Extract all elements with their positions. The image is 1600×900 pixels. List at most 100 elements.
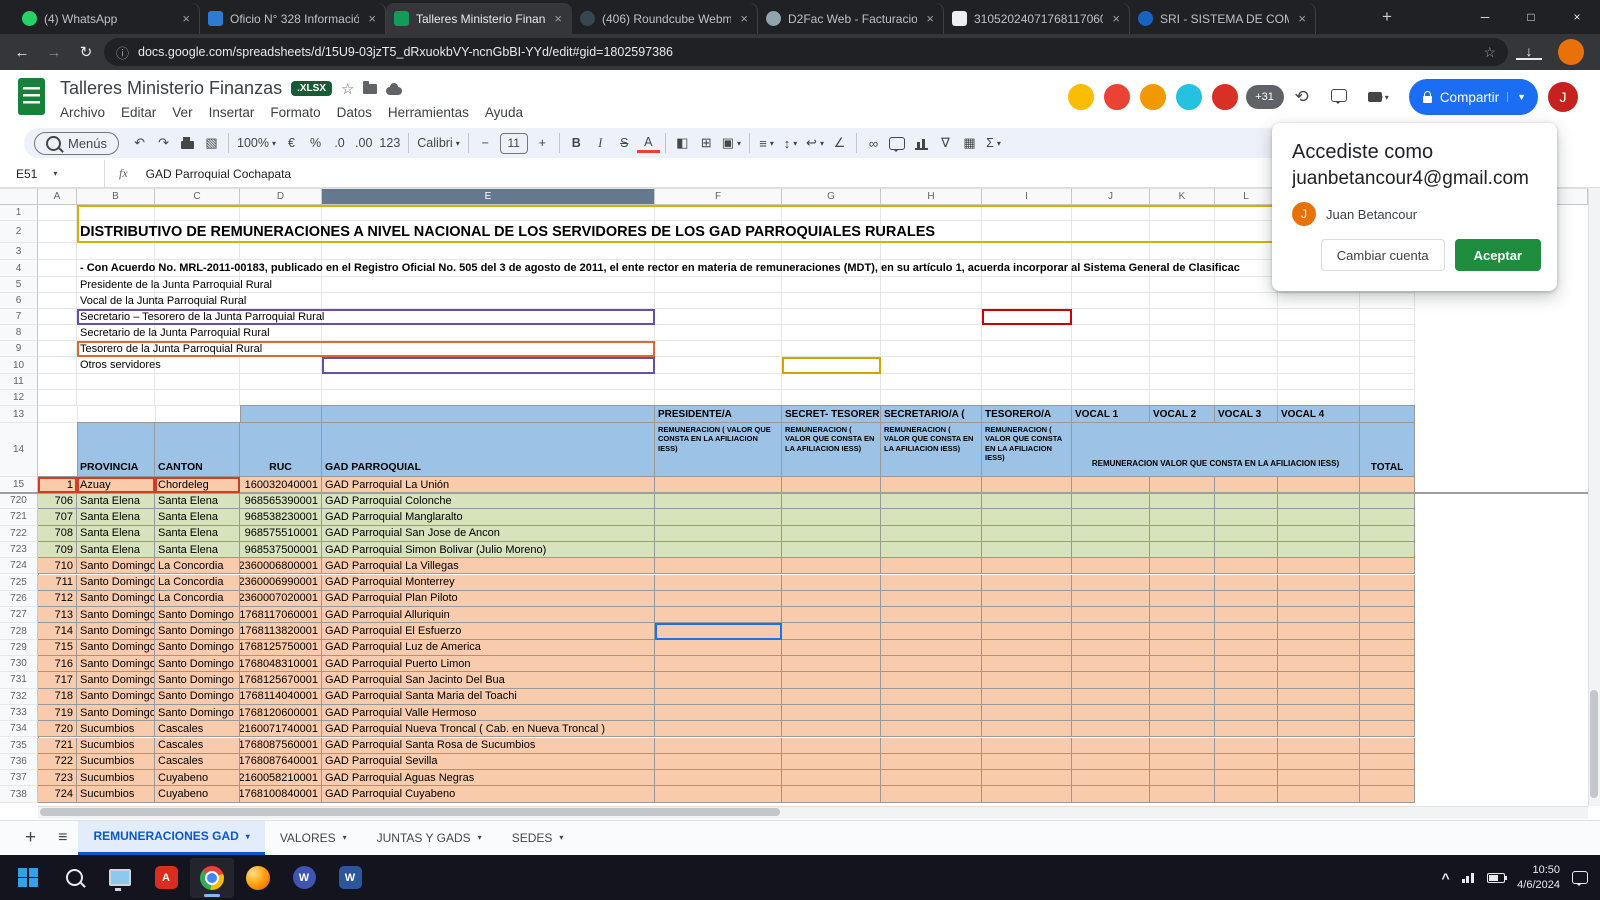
cell-C735[interactable]: Cascales <box>155 738 240 754</box>
row-header-720[interactable]: 720 <box>0 493 38 509</box>
cell-E735[interactable]: GAD Parroquial Santa Rosa de Sucumbios <box>322 738 655 754</box>
sheet-tab-valores[interactable]: VALORES▾ <box>265 821 362 855</box>
row-header-14[interactable]: 14 <box>0 423 38 477</box>
cell-E722[interactable]: GAD Parroquial San Jose de Ancon <box>322 526 655 542</box>
row-header-721[interactable]: 721 <box>0 509 38 525</box>
cell-I732[interactable] <box>982 689 1072 705</box>
header14-G[interactable]: REMUNERACION ( VALOR QUE CONSTA EN LA AF… <box>782 423 881 477</box>
cell-A725[interactable]: 711 <box>38 575 77 591</box>
sheet-tab-caret-icon[interactable]: ▾ <box>343 833 347 842</box>
cell-D723[interactable]: 968537500001 <box>240 542 322 558</box>
cell-title-B2[interactable]: DISTRIBUTIVO DE REMUNERACIONES A NIVEL N… <box>80 224 935 240</box>
cell-I730[interactable] <box>982 656 1072 672</box>
cell-C733[interactable]: Santo Domingo <box>155 705 240 721</box>
header14-I[interactable]: REMUNERACION ( VALOR QUE CONSTA EN LA AF… <box>982 423 1072 477</box>
cell-C738[interactable]: Cuyabeno <box>155 786 240 802</box>
row-header-4[interactable]: 4 <box>0 260 38 277</box>
cell-J725[interactable] <box>1072 575 1150 591</box>
cell-F730[interactable] <box>655 656 782 672</box>
row-header-728[interactable]: 728 <box>0 623 38 639</box>
row-header-12[interactable]: 12 <box>0 390 38 406</box>
cell-B726[interactable]: Santo Domingo de los Tsáchilas <box>77 591 155 607</box>
cell-M738[interactable] <box>1278 786 1360 802</box>
cell-C727[interactable]: Santo Domingo <box>155 607 240 623</box>
cell-J736[interactable] <box>1072 754 1150 770</box>
cell-D726[interactable]: 2360007020001 <box>240 591 322 607</box>
cell-N720[interactable] <box>1360 493 1415 509</box>
cell-A737[interactable]: 723 <box>38 770 77 786</box>
cell-A732[interactable]: 718 <box>38 689 77 705</box>
account-avatar[interactable]: J <box>1548 82 1578 112</box>
cell-D722[interactable]: 968575510001 <box>240 526 322 542</box>
vertical-align-icon[interactable]: ↕▾ <box>779 131 802 155</box>
column-header-L[interactable]: L <box>1215 188 1278 205</box>
header13-H[interactable]: SECRETARIO/A ( <box>881 406 982 423</box>
cell-H724[interactable] <box>881 558 982 574</box>
cell-K738[interactable] <box>1150 786 1215 802</box>
cell-M720[interactable] <box>1278 493 1360 509</box>
sheet-tab-caret-icon[interactable]: ▾ <box>559 833 563 842</box>
cell-G735[interactable] <box>782 738 881 754</box>
cell-I721[interactable] <box>982 509 1072 525</box>
cell-I728[interactable] <box>982 623 1072 639</box>
sheet-tab-juntas-y-gads[interactable]: JUNTAS Y GADS▾ <box>362 821 497 855</box>
row-header-732[interactable]: 732 <box>0 689 38 705</box>
cell-L731[interactable] <box>1215 672 1278 688</box>
cell-H734[interactable] <box>881 721 982 737</box>
cell-F735[interactable] <box>655 738 782 754</box>
cell-E730[interactable]: GAD Parroquial Puerto Limon <box>322 656 655 672</box>
row-header-723[interactable]: 723 <box>0 542 38 558</box>
cell-H727[interactable] <box>881 607 982 623</box>
comments-icon[interactable] <box>1331 87 1347 107</box>
close-icon[interactable]: × <box>1554 0 1600 34</box>
cell-A733[interactable]: 719 <box>38 705 77 721</box>
cell-L735[interactable] <box>1215 738 1278 754</box>
font-select[interactable]: Calibri▾ <box>414 131 462 155</box>
cell-I735[interactable] <box>982 738 1072 754</box>
header13-K[interactable]: VOCAL 2 <box>1150 406 1215 423</box>
cell-B734[interactable]: Sucumbios <box>77 721 155 737</box>
cell-K732[interactable] <box>1150 689 1215 705</box>
cell-N734[interactable] <box>1360 721 1415 737</box>
taskbar-clock[interactable]: 10:50 4/6/2024 <box>1517 863 1560 893</box>
cell-role-B5[interactable]: Presidente de la Junta Parroquial Rural <box>80 279 272 291</box>
cell-G736[interactable] <box>782 754 881 770</box>
cell-J727[interactable] <box>1072 607 1150 623</box>
header14-D[interactable]: RUC <box>240 423 322 477</box>
text-color[interactable]: A <box>637 134 660 153</box>
cell-B730[interactable]: Santo Domingo de los Tsáchilas <box>77 656 155 672</box>
vertical-scrollbar-thumb[interactable] <box>1590 690 1598 798</box>
header13-E[interactable] <box>322 406 655 423</box>
cell-F731[interactable] <box>655 672 782 688</box>
site-info-icon[interactable]: ⓘ <box>116 43 129 62</box>
cell-M723[interactable] <box>1278 542 1360 558</box>
document-title[interactable]: Talleres Ministerio Finanzas <box>60 78 282 99</box>
cell-H723[interactable] <box>881 542 982 558</box>
header14-E[interactable]: GAD PARROQUIAL <box>322 423 655 477</box>
cell-F720[interactable] <box>655 493 782 509</box>
cell-J728[interactable] <box>1072 623 1150 639</box>
search-icon[interactable] <box>52 858 96 898</box>
cell-J729[interactable] <box>1072 640 1150 656</box>
cell-I736[interactable] <box>982 754 1072 770</box>
cell-C723[interactable]: Santa Elena <box>155 542 240 558</box>
menu-ayuda[interactable]: Ayuda <box>477 102 531 123</box>
cell-F737[interactable] <box>655 770 782 786</box>
cell-H738[interactable] <box>881 786 982 802</box>
row-header-733[interactable]: 733 <box>0 705 38 721</box>
cell-I720[interactable] <box>982 493 1072 509</box>
cell-K735[interactable] <box>1150 738 1215 754</box>
cell-H733[interactable] <box>881 705 982 721</box>
cell-E720[interactable]: GAD Parroquial Colonche <box>322 493 655 509</box>
percent-format[interactable]: % <box>304 131 327 155</box>
header13-F[interactable]: PRESIDENTE/A <box>655 406 782 423</box>
notifications-icon[interactable] <box>1572 871 1588 884</box>
cell-I731[interactable] <box>982 672 1072 688</box>
cell-M722[interactable] <box>1278 526 1360 542</box>
cell-L730[interactable] <box>1215 656 1278 672</box>
more-formats[interactable]: 123 <box>376 131 403 155</box>
menu-formato[interactable]: Formato <box>262 102 328 123</box>
cell-G725[interactable] <box>782 575 881 591</box>
forward-icon[interactable]: → <box>40 44 68 61</box>
tab-close-icon[interactable]: × <box>552 11 564 26</box>
